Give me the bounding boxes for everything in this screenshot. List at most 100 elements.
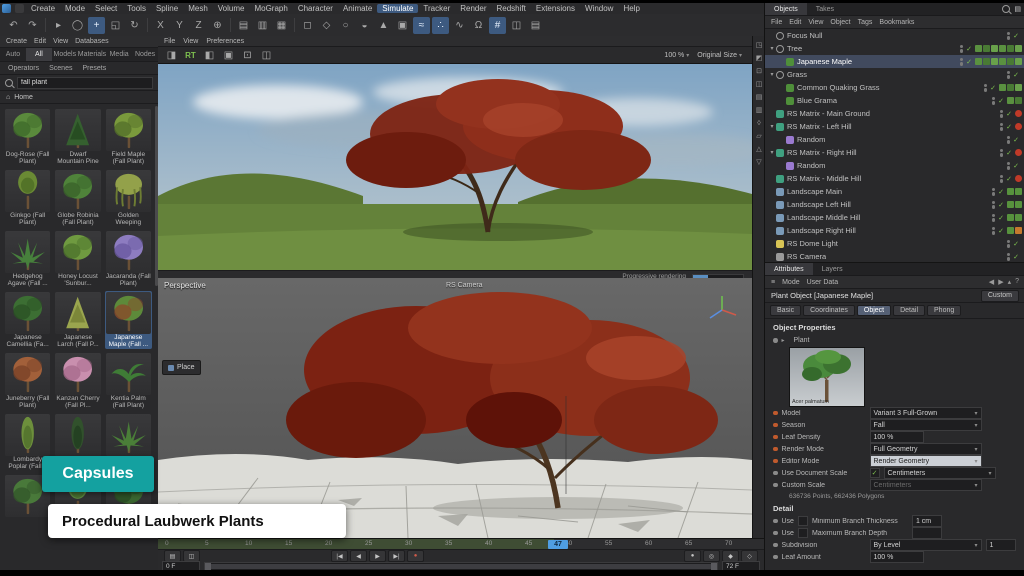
asset-item-globe-robinia-fall-plant[interactable]: Globe Robinia (Fall Plant) xyxy=(54,169,101,227)
menu-redshift[interactable]: Redshift xyxy=(492,4,531,13)
editor-visibility-dot[interactable] xyxy=(1000,175,1004,179)
visibility-dots[interactable] xyxy=(1007,253,1011,261)
material-tag[interactable] xyxy=(1007,214,1014,221)
dropdown-by-level[interactable]: By Level▾ xyxy=(870,539,982,551)
enabled-check[interactable]: ✓ xyxy=(998,201,1004,209)
range-handle-left[interactable] xyxy=(205,563,211,570)
section-tab-phong[interactable]: Phong xyxy=(927,305,961,316)
autokey-icon[interactable]: ◎ xyxy=(703,550,720,562)
move-tool-icon[interactable]: + xyxy=(88,17,105,34)
object-row-rs-dome-light[interactable]: RS Dome Light✓ xyxy=(765,237,1024,250)
object-row-landscape-main[interactable]: Landscape Main✓ xyxy=(765,185,1024,198)
render-visibility-dot[interactable] xyxy=(992,101,996,105)
value-field[interactable]: 100 % xyxy=(870,551,924,563)
render-visibility-dot[interactable] xyxy=(1000,179,1004,183)
menu-tools[interactable]: Tools xyxy=(122,4,151,13)
coordinate-system-icon[interactable]: ⊕ xyxy=(209,17,226,34)
snap-icon[interactable]: # xyxy=(489,17,506,34)
viewport-solo-icon[interactable]: △ xyxy=(754,144,764,154)
render-view-icon[interactable]: ▤ xyxy=(235,17,252,34)
object-row-rs-matrix-main-ground[interactable]: RS Matrix - Main Ground✓ xyxy=(765,107,1024,120)
axis-mode-icon[interactable]: ▱ xyxy=(754,131,764,141)
editor-visibility-dot[interactable] xyxy=(1007,240,1011,244)
enabled-check[interactable]: ✓ xyxy=(998,188,1004,196)
editor-visibility-dot[interactable] xyxy=(992,201,996,205)
mode-menu[interactable]: Mode xyxy=(782,279,800,286)
asset-tab-models[interactable]: Models xyxy=(52,48,78,61)
range-handle-right[interactable] xyxy=(711,563,717,570)
enabled-check[interactable]: ✓ xyxy=(966,45,972,53)
asset-subtab-presets[interactable]: Presets xyxy=(82,65,106,72)
x-axis-lock-icon[interactable]: X xyxy=(152,17,169,34)
simulate-rope-icon[interactable]: ∴ xyxy=(432,17,449,34)
render-visibility-dot[interactable] xyxy=(992,192,996,196)
material-tag[interactable] xyxy=(1015,188,1022,195)
menu-animate[interactable]: Animate xyxy=(338,4,377,13)
render-visibility-dot[interactable] xyxy=(992,218,996,222)
anim-dot[interactable] xyxy=(773,555,778,560)
render-visibility-dot[interactable] xyxy=(1007,166,1011,170)
anim-dot[interactable] xyxy=(773,435,778,440)
layout-icon[interactable]: ▤ xyxy=(527,17,544,34)
asset-item-japanese-larch-fall-p[interactable]: Japanese Larch (Fall P... xyxy=(54,291,101,349)
visibility-dots[interactable] xyxy=(960,45,964,53)
hamburger-icon[interactable]: ≡ xyxy=(771,279,775,286)
mograph-icon[interactable]: ▣ xyxy=(394,17,411,34)
snapshot-icon[interactable]: ◧ xyxy=(201,47,218,64)
enabled-check[interactable]: ✓ xyxy=(998,214,1004,222)
value-field[interactable]: 1 cm xyxy=(912,515,942,527)
asset-tab-materials[interactable]: Materials xyxy=(78,48,106,61)
render-settings-icon[interactable]: ▦ xyxy=(273,17,290,34)
render-visibility-dot[interactable] xyxy=(1007,36,1011,40)
visibility-dots[interactable] xyxy=(992,227,996,235)
redshift-material-tag[interactable] xyxy=(1015,110,1022,117)
render-visibility-dot[interactable] xyxy=(984,88,988,92)
menu-create[interactable]: Create xyxy=(26,4,60,13)
menu-tracker[interactable]: Tracker xyxy=(418,4,455,13)
history-forward-icon[interactable]: ▶ xyxy=(998,278,1003,286)
spline-pen-icon[interactable]: ◇ xyxy=(318,17,335,34)
expand-arrow[interactable]: ▾ xyxy=(768,123,776,130)
object-row-rs-matrix-left-hill[interactable]: ▾RS Matrix - Left Hill✓ xyxy=(765,120,1024,133)
render-visibility-dot[interactable] xyxy=(1007,257,1011,261)
anim-dot[interactable] xyxy=(773,459,778,464)
enabled-check[interactable]: ✓ xyxy=(1006,149,1012,157)
redshift-material-tag[interactable] xyxy=(1015,123,1022,130)
editor-visibility-dot[interactable] xyxy=(1000,110,1004,114)
asset-item-dwarf-mountain-pine-f[interactable]: Dwarf Mountain Pine (F... xyxy=(54,108,101,166)
menu-mode[interactable]: Mode xyxy=(60,4,90,13)
asset-item-kentia-palm-fall-plant[interactable]: Kentia Palm (Fall Plant) xyxy=(105,352,152,410)
enabled-check[interactable]: ✓ xyxy=(1006,175,1012,183)
anim-dot[interactable] xyxy=(773,411,778,416)
asset-item-dog-rose-fall-plant[interactable]: Dog-Rose (Fall Plant) xyxy=(4,108,51,166)
render-bucket-icon[interactable]: ◨ xyxy=(163,47,180,64)
expand-icon[interactable]: ▸ xyxy=(782,337,790,344)
menu-render[interactable]: Render xyxy=(455,4,491,13)
render-picture-viewer-icon[interactable]: ▥ xyxy=(254,17,271,34)
model-mode-icon[interactable]: ◩ xyxy=(754,53,764,63)
asset-item-honey-locust-sunbur[interactable]: Honey Locust 'Sunbur... xyxy=(54,230,101,288)
timeline-ruler[interactable]: 0510152025303540455055606570 47 xyxy=(158,539,764,550)
checkbox[interactable]: ✓ xyxy=(870,468,880,478)
dropdown-centimeters[interactable]: Centimeters▾ xyxy=(884,467,996,479)
object-row-rs-matrix-right-hill[interactable]: ▾RS Matrix - Right Hill✓ xyxy=(765,146,1024,159)
enabled-check[interactable]: ✓ xyxy=(990,84,996,92)
play-button[interactable]: ▶ xyxy=(369,550,386,562)
editor-visibility-dot[interactable] xyxy=(992,214,996,218)
redshift-material-tag[interactable] xyxy=(1015,175,1022,182)
rt-mode-button[interactable]: RT xyxy=(182,47,199,64)
material-tag[interactable] xyxy=(1007,227,1014,234)
anim-dot[interactable] xyxy=(773,531,778,536)
checkbox[interactable] xyxy=(798,528,808,538)
visibility-dots[interactable] xyxy=(1007,162,1011,170)
object-row-blue-grama[interactable]: Blue Grama✓ xyxy=(765,94,1024,107)
visibility-dots[interactable] xyxy=(992,97,996,105)
perspective-viewport[interactable]: Perspective RS Camera Place xyxy=(158,278,752,538)
dropdown-full-geometry[interactable]: Full Geometry▾ xyxy=(870,443,982,455)
object-row-grass[interactable]: ▾Grass✓ xyxy=(765,68,1024,81)
value-field[interactable] xyxy=(912,527,942,539)
object-row-focus-null[interactable]: Focus Null✓ xyxy=(765,29,1024,42)
render-menu-preferences[interactable]: Preferences xyxy=(206,38,244,45)
dropdown-variant-3-full-grown[interactable]: Variant 3 Full-Grown▾ xyxy=(870,407,982,419)
visibility-dots[interactable] xyxy=(1007,71,1011,79)
